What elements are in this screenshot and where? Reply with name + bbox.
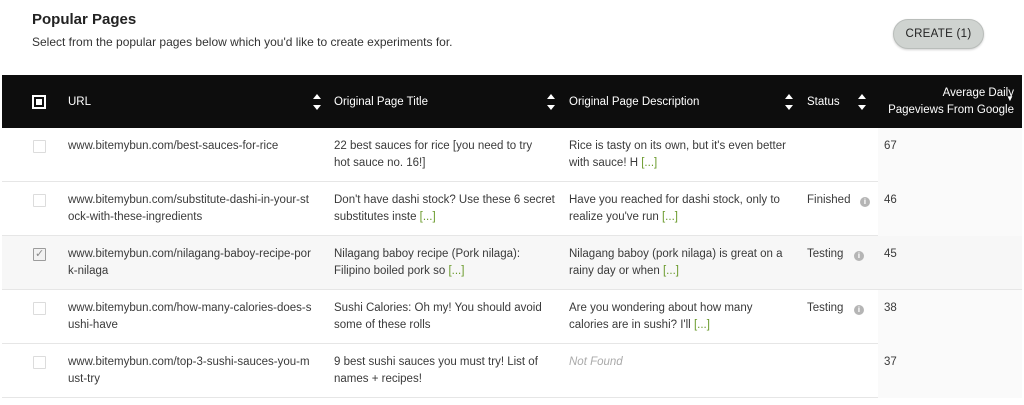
column-label-pageviews-line2: Pageviews From Google xyxy=(888,104,1014,116)
pageviews-cell-bg xyxy=(878,182,1022,236)
pageviews-value: 38 xyxy=(884,302,897,314)
sort-icon[interactable] xyxy=(547,94,555,110)
url-line: k-nilaga xyxy=(68,265,109,277)
description-cell: Rice is tasty on its own, but it's even … xyxy=(569,138,786,172)
chevron-down-icon[interactable]: ▼ xyxy=(1006,94,1014,103)
select-all-checkbox[interactable] xyxy=(32,95,46,109)
url-cell[interactable]: www.bitemybun.com/best-sauces-for-rice xyxy=(68,138,278,155)
row-checkbox[interactable] xyxy=(33,194,46,207)
title-line: Nilagang baboy recipe (Pork nilaga): xyxy=(334,248,521,260)
title-line: hot sauce no. 16!] xyxy=(334,157,426,169)
title-cell: 9 best sushi sauces you must try! List o… xyxy=(334,354,538,388)
url-cell[interactable]: www.bitemybun.com/how-many-calories-does… xyxy=(68,300,312,334)
pageviews-cell-bg xyxy=(878,344,1022,398)
title-cell: Nilagang baboy recipe (Pork nilaga): Fil… xyxy=(334,246,520,280)
column-label-title: Original Page Title xyxy=(334,95,428,108)
column-header-url[interactable]: URL xyxy=(68,75,91,128)
popular-pages-table: URL Original Page Title Original Page De… xyxy=(2,75,1022,398)
table-row[interactable]: www.bitemybun.com/nilagang-baboy-recipe-… xyxy=(2,236,1022,290)
url-line: www.bitemybun.com/nilagang-baboy-recipe-… xyxy=(68,248,311,260)
row-checkbox[interactable] xyxy=(33,302,46,315)
read-more-link[interactable]: [...] xyxy=(420,211,436,223)
info-icon[interactable]: i xyxy=(854,305,864,315)
title-line: substitutes inste xyxy=(334,211,417,223)
column-header-description[interactable]: Original Page Description xyxy=(569,75,699,128)
status-label: Finished xyxy=(807,194,851,206)
table-row[interactable]: www.bitemybun.com/top-3-sushi-sauces-you… xyxy=(2,344,1022,398)
description-line: with sauce! H xyxy=(569,157,639,169)
info-icon[interactable]: i xyxy=(854,251,864,261)
pageviews-cell-bg xyxy=(878,128,1022,182)
column-header-status[interactable]: Status xyxy=(807,75,840,128)
description-line: Rice is tasty on its own, but it's even … xyxy=(569,140,786,152)
column-header-title[interactable]: Original Page Title xyxy=(334,75,428,128)
row-checkbox[interactable] xyxy=(33,140,46,153)
column-label-url: URL xyxy=(68,95,92,108)
column-label-description: Original Page Description xyxy=(569,95,700,108)
title-cell: 22 best sauces for rice [you need to try… xyxy=(334,138,532,172)
info-icon[interactable]: i xyxy=(860,197,870,207)
table-row[interactable]: www.bitemybun.com/best-sauces-for-rice 2… xyxy=(2,128,1022,182)
url-line: ushi-have xyxy=(68,319,118,331)
page-subtitle: Select from the popular pages below whic… xyxy=(32,35,453,49)
table-row[interactable]: www.bitemybun.com/substitute-dashi-in-yo… xyxy=(2,182,1022,236)
description-line: calories are in sushi? I'll xyxy=(569,319,691,331)
create-button[interactable]: CREATE (1) xyxy=(893,19,984,49)
row-checkbox[interactable] xyxy=(33,247,46,261)
url-line: www.bitemybun.com/best-sauces-for-rice xyxy=(68,140,279,152)
pageviews-value: 67 xyxy=(884,140,897,152)
page-title: Popular Pages xyxy=(32,11,137,28)
read-more-link[interactable]: [...] xyxy=(662,211,678,223)
url-cell[interactable]: www.bitemybun.com/top-3-sushi-sauces-you… xyxy=(68,354,310,388)
description-cell: Nilagang baboy (pork nilaga) is great on… xyxy=(569,246,783,280)
column-label-status: Status xyxy=(807,95,840,108)
url-line: ust-try xyxy=(68,373,100,385)
row-checkbox[interactable] xyxy=(33,356,46,369)
sort-icon[interactable] xyxy=(785,94,793,110)
url-cell[interactable]: www.bitemybun.com/substitute-dashi-in-yo… xyxy=(68,192,309,226)
title-line: names + recipes! xyxy=(334,373,422,385)
description-not-found: Not Found xyxy=(569,356,623,368)
description-line: realize you've run xyxy=(569,211,659,223)
title-line: 22 best sauces for rice [you need to try xyxy=(334,140,533,152)
pageviews-value: 46 xyxy=(884,194,897,206)
description-cell: Not Found xyxy=(569,354,623,371)
description-line: Nilagang baboy (pork nilaga) is great on… xyxy=(569,248,783,260)
table-header: URL Original Page Title Original Page De… xyxy=(2,75,1022,128)
status-label: Testing xyxy=(807,302,844,314)
url-line: www.bitemybun.com/substitute-dashi-in-yo… xyxy=(68,194,309,206)
description-line: rainy day or when xyxy=(569,265,660,277)
column-label-pageviews-line1: Average Daily xyxy=(942,87,1014,99)
sort-icon[interactable] xyxy=(313,94,321,110)
url-line: www.bitemybun.com/top-3-sushi-sauces-you… xyxy=(68,356,310,368)
read-more-link[interactable]: [...] xyxy=(448,265,464,277)
column-header-pageviews[interactable]: Average Daily Pageviews From Google xyxy=(882,85,1014,119)
description-cell: Are you wondering about how many calorie… xyxy=(569,300,752,334)
title-line: 9 best sushi sauces you must try! List o… xyxy=(334,356,538,368)
pageviews-value: 45 xyxy=(884,248,897,260)
title-line: some of these rolls xyxy=(334,319,431,331)
pageviews-value: 37 xyxy=(884,356,897,368)
url-line: ock-with-these-ingredients xyxy=(68,211,203,223)
title-line: Don't have dashi stock? Use these 6 secr… xyxy=(334,194,555,206)
title-cell: Don't have dashi stock? Use these 6 secr… xyxy=(334,192,555,226)
title-line: Filipino boiled pork so xyxy=(334,265,446,277)
url-cell[interactable]: www.bitemybun.com/nilagang-baboy-recipe-… xyxy=(68,246,311,280)
title-line: Sushi Calories: Oh my! You should avoid xyxy=(334,302,542,314)
description-cell: Have you reached for dashi stock, only t… xyxy=(569,192,780,226)
read-more-link[interactable]: [...] xyxy=(641,157,657,169)
url-line: www.bitemybun.com/how-many-calories-does… xyxy=(68,302,312,314)
description-line: Have you reached for dashi stock, only t… xyxy=(569,194,780,206)
read-more-link[interactable]: [...] xyxy=(694,319,710,331)
table-row[interactable]: www.bitemybun.com/how-many-calories-does… xyxy=(2,290,1022,344)
title-cell: Sushi Calories: Oh my! You should avoid … xyxy=(334,300,542,334)
description-line: Are you wondering about how many xyxy=(569,302,753,314)
read-more-link[interactable]: [...] xyxy=(663,265,679,277)
pageviews-cell-bg xyxy=(878,290,1022,344)
sort-icon[interactable] xyxy=(858,94,866,110)
status-label: Testing xyxy=(807,248,844,260)
